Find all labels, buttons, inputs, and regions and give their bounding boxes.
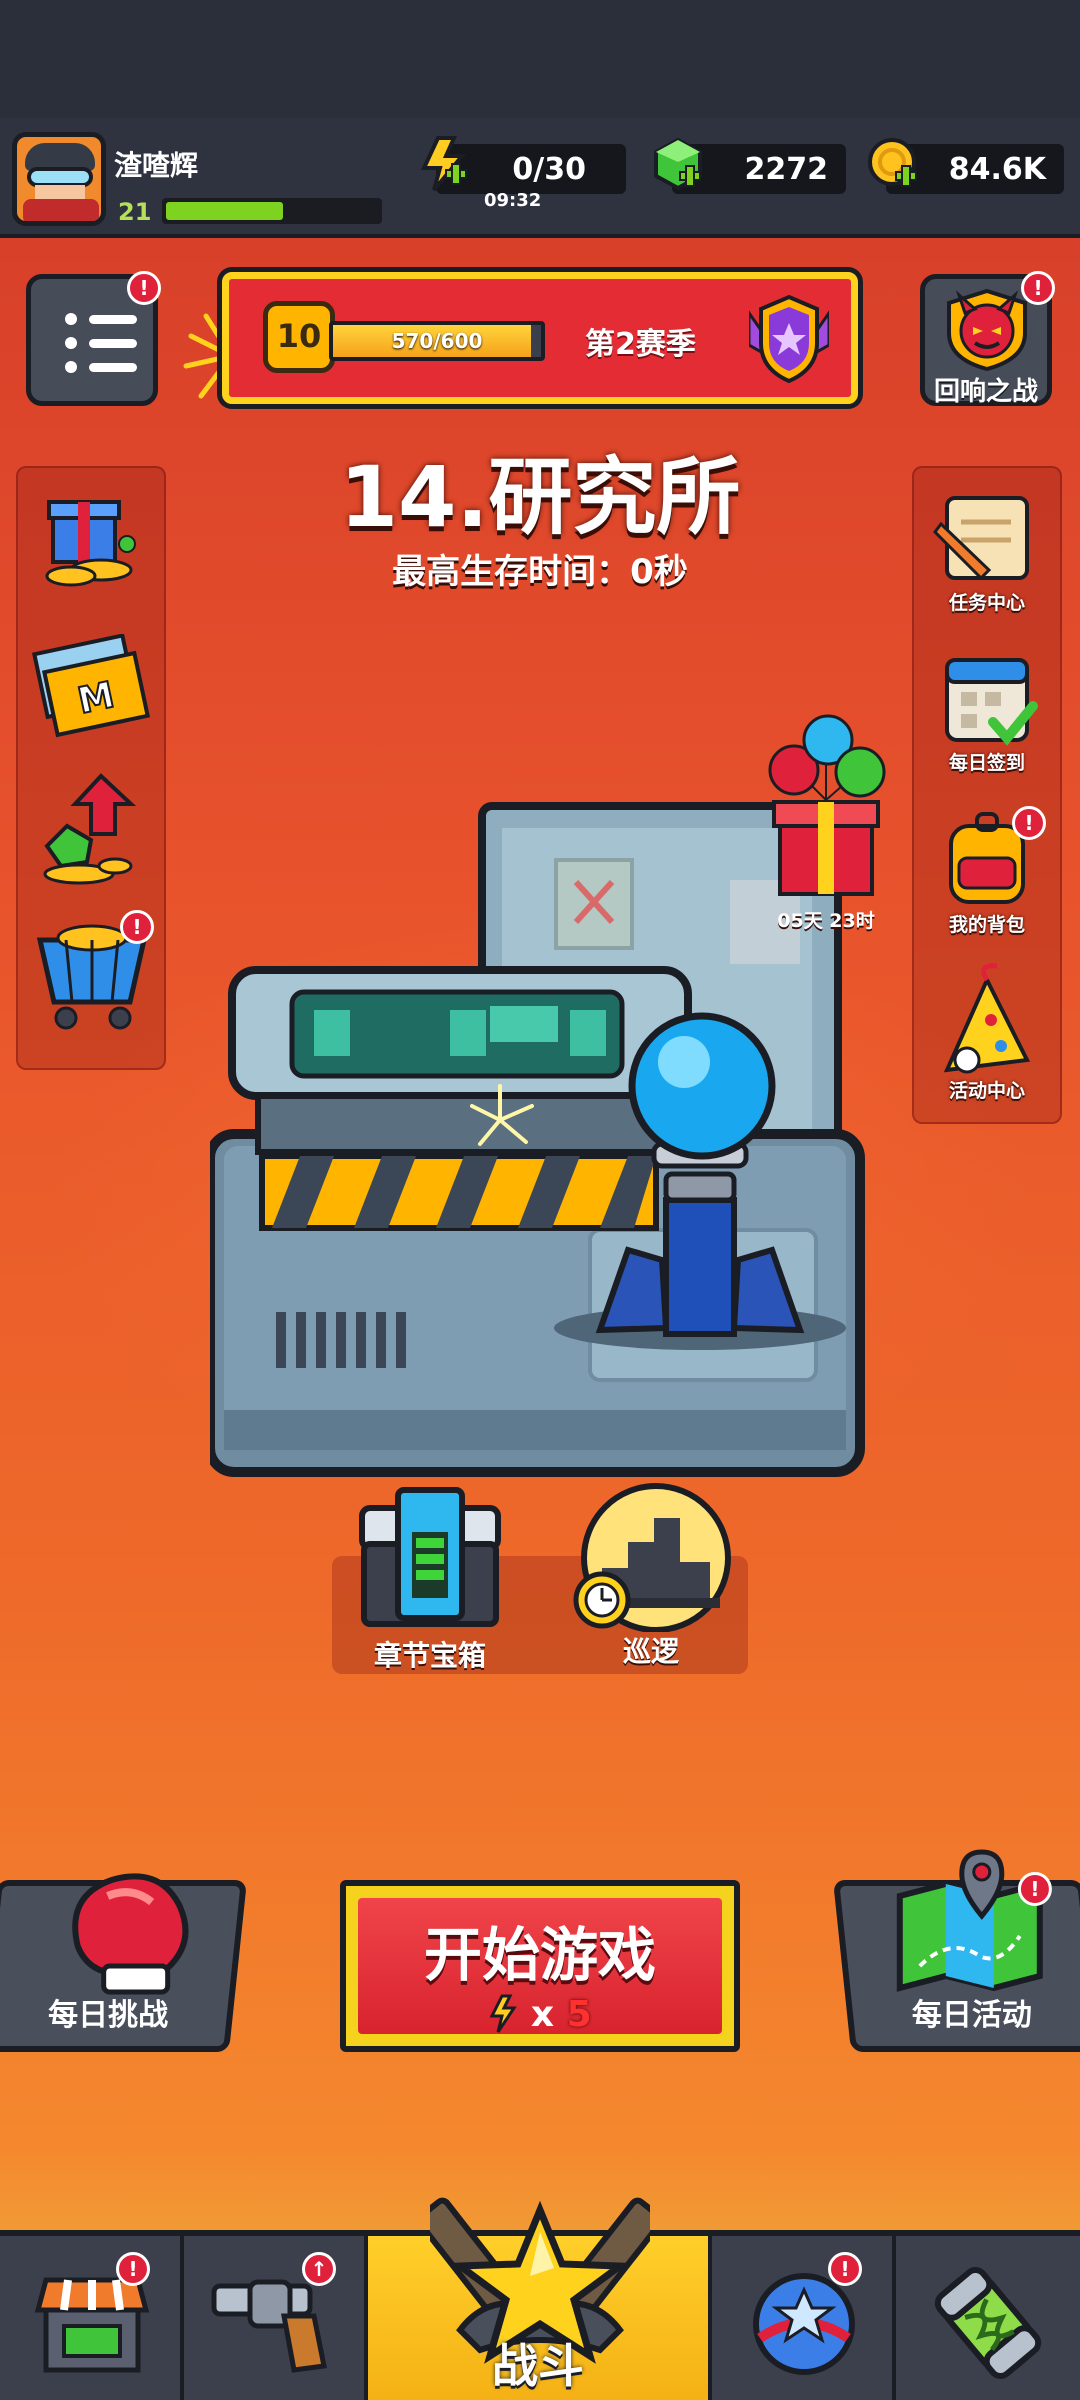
menu-dot: [65, 361, 77, 373]
m-card-icon: M: [31, 633, 151, 738]
event-center-label: 活动中心: [948, 1080, 1025, 1102]
scroll-pencil-icon: [933, 496, 1029, 581]
balloon-gift-button[interactable]: 05天 23时: [764, 710, 888, 932]
season-progress-text: 570/600: [391, 329, 483, 353]
season-title: 第2赛季: [585, 327, 696, 362]
nav-talent-badge: !: [828, 2252, 862, 2286]
gift-pack-button[interactable]: [26, 484, 156, 594]
energy-timer: 09:32: [484, 190, 542, 211]
daily-challenge-button[interactable]: 每日挑战: [0, 1873, 248, 2052]
menu-button[interactable]: !: [26, 271, 161, 406]
nav-tab-battle[interactable]: 战斗: [368, 2197, 712, 2400]
gift-coins-icon: [45, 500, 136, 587]
bottom-nav: ! ↑ 战斗 !: [0, 2197, 1080, 2400]
chapter-chest-button[interactable]: 章节宝箱: [350, 1480, 510, 1680]
avatar-goggles: [27, 167, 93, 187]
player-level: 21: [118, 198, 152, 226]
season-pass-banner[interactable]: 10 570/600 第2赛季: [222, 272, 858, 404]
devil-shield-icon: [947, 288, 1027, 371]
daily-checkin-button[interactable]: 每日签到: [922, 644, 1052, 774]
patrol-clock-icon: [573, 1483, 731, 1632]
start-game-cost: x 5: [358, 1994, 722, 2035]
top-bar: 渣喳辉 21 0/30 09:32 2272 84.6K: [0, 118, 1080, 238]
dna-capsule-icon: [934, 2267, 1042, 2379]
green-gem-icon: [654, 137, 702, 191]
status-strip: [0, 0, 1080, 118]
cost-amount: 5: [566, 1994, 592, 2035]
nav-tab-weapons[interactable]: ↑: [184, 2236, 368, 2400]
daily-challenge-label: 每日挑战: [48, 1998, 169, 2033]
treasure-map-icon: [896, 1849, 1043, 1992]
start-game-button[interactable]: 开始游戏 x 5: [340, 1880, 740, 2052]
patrol-button[interactable]: 巡逻: [566, 1480, 736, 1680]
backpack-badge: !: [1012, 806, 1046, 840]
boxing-glove-icon: [72, 1873, 189, 1995]
shop-cart-button[interactable]: !: [26, 910, 156, 1040]
menu-dot: [65, 337, 77, 349]
player-avatar[interactable]: [12, 132, 106, 226]
menu-dot: [65, 313, 77, 325]
cost-multiplier: x: [530, 1994, 555, 2035]
xp-bar: [162, 198, 382, 224]
season-shield-icon: [749, 294, 829, 384]
backpack-label: 我的背包: [948, 914, 1025, 936]
party-horn-icon: [943, 963, 1031, 1074]
nav-tab-shop[interactable]: !: [0, 2236, 184, 2400]
event-center-button[interactable]: 活动中心: [922, 960, 1052, 1110]
gold-coin-icon: [868, 138, 917, 187]
coin-value: 84.6K: [948, 152, 1046, 187]
daily-checkin-label: 每日签到: [948, 752, 1025, 774]
growth-fund-button[interactable]: [26, 770, 156, 890]
task-center-button[interactable]: 任务中心: [922, 484, 1052, 614]
start-game-face: 开始游戏 x 5: [358, 1898, 722, 2035]
player-name: 渣喳辉: [114, 149, 199, 182]
start-game-label: 开始游戏: [423, 1921, 656, 1989]
task-center-label: 任务中心: [948, 592, 1025, 614]
avatar-scarf: [23, 199, 99, 221]
echo-battle-badge: !: [1021, 271, 1055, 305]
energy-cost-icon: [489, 1994, 518, 2033]
nav-battle-label: 战斗: [492, 2339, 584, 2393]
daily-event-button[interactable]: 每日活动 !: [832, 1849, 1080, 2052]
season-progress-bar: 570/600: [329, 321, 545, 361]
daily-event-label: 每日活动: [911, 1998, 1032, 2033]
balloon-gift-icon: [768, 714, 886, 896]
chapter-chest-label: 章节宝箱: [373, 1639, 486, 1672]
menu-line: [89, 363, 137, 372]
daily-event-badge: !: [1017, 1872, 1052, 1906]
menu-line: [89, 315, 137, 324]
calendar-check-icon: [945, 658, 1038, 746]
menu-alert-badge: !: [127, 271, 161, 305]
menu-line: [89, 339, 137, 348]
game-background: 渣喳辉 21 0/30 09:32 2272 84.6K ! 10 570/60…: [0, 0, 1080, 2400]
patrol-label: 巡逻: [622, 1635, 679, 1668]
nav-tab-talents[interactable]: !: [712, 2236, 896, 2400]
monthly-card-button[interactable]: M: [26, 633, 156, 744]
echo-battle-label: 回响之战: [933, 377, 1038, 407]
energy-value: 0/30: [512, 152, 586, 187]
nav-weapon-upgrade-badge: ↑: [302, 2252, 336, 2286]
balloon-gift-timer: 05天 23时: [777, 910, 875, 932]
energy-bolt-icon: [420, 136, 467, 192]
gem-arrow-icon: [43, 773, 137, 885]
gem-value: 2272: [744, 152, 829, 187]
shop-cart-badge: !: [120, 910, 154, 944]
chapter-chest-icon: [359, 1487, 501, 1627]
nav-shop-badge: !: [116, 2252, 150, 2286]
season-level: 10: [276, 317, 322, 355]
xp-bar-fill: [166, 202, 283, 220]
echo-battle-button[interactable]: 回响之战 !: [920, 271, 1055, 407]
backpack-button[interactable]: 我的背包 !: [922, 806, 1052, 936]
nav-tab-genes[interactable]: [896, 2236, 1080, 2400]
